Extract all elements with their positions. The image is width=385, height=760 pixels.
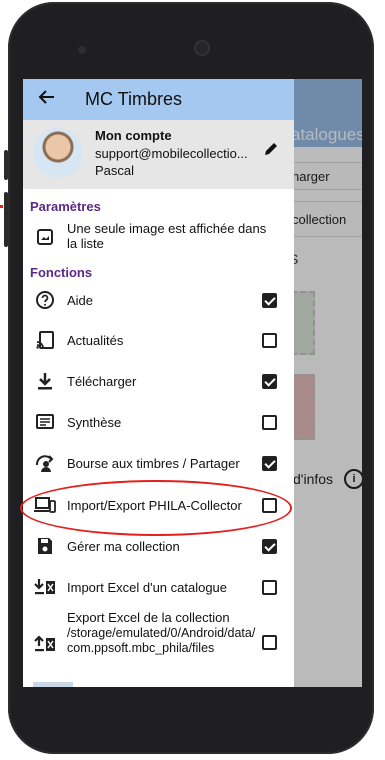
menu-item-label: Bourse aux timbres / Partager: [67, 456, 240, 471]
image-icon: [34, 226, 56, 248]
excel-import-icon: [34, 576, 56, 598]
account-email: support@mobilecollectio...: [95, 146, 248, 161]
checkbox-actualites[interactable]: [262, 333, 277, 348]
share-exchange-icon: [34, 452, 56, 474]
checkbox-aide[interactable]: [262, 293, 277, 308]
avatar: [33, 128, 83, 178]
menu-item-import-excel[interactable]: Import Excel d'un catalogue: [23, 574, 294, 600]
excel-export-icon: [34, 633, 56, 655]
screen: atalogues harger collection S d'infos i …: [23, 79, 362, 687]
checkbox-synthese[interactable]: [262, 415, 277, 430]
menu-item-label: Import Excel d'un catalogue: [67, 580, 228, 595]
phone-bottom-bezel: [23, 687, 362, 695]
export-path: /storage/emulated/0/Android/data/com.pps…: [67, 626, 256, 655]
checkbox-bourse[interactable]: [262, 456, 277, 471]
menu-item-bourse[interactable]: Bourse aux timbres / Partager: [23, 450, 294, 476]
navigation-drawer: MC Timbres Mon compte support@mobilecoll…: [23, 79, 294, 687]
power-button: [4, 192, 8, 247]
back-arrow-icon[interactable]: [38, 88, 56, 112]
account-name: Pascal: [95, 163, 135, 178]
menu-item-label: Synthèse: [67, 415, 122, 430]
menu-item-actualites[interactable]: Actualités: [23, 327, 294, 353]
cast-icon: [34, 329, 56, 351]
menu-item-gerer-collection[interactable]: Gérer ma collection: [23, 533, 294, 559]
menu-item-label: Aide: [67, 293, 94, 308]
account-panel[interactable]: Mon compte support@mobilecollectio... Pa…: [23, 120, 294, 189]
checkbox-telecharger[interactable]: [262, 374, 277, 389]
menu-item-label: Gérer ma collection: [67, 539, 180, 554]
app-title: MC Timbres: [85, 89, 183, 109]
menu-item-synthese[interactable]: Synthèse: [23, 409, 294, 435]
download-icon: [34, 370, 56, 392]
checkbox-export-excel[interactable]: [262, 635, 277, 650]
menu-item-label: Export Excel de la collection: [67, 610, 230, 625]
menu-item-telecharger[interactable]: Télécharger: [23, 368, 294, 394]
menu-item-aide[interactable]: Aide: [23, 287, 294, 313]
account-title: Mon compte: [95, 128, 172, 143]
red-annotation-mark: [0, 205, 3, 208]
highlight-ellipse: [20, 480, 292, 536]
drawer-header: MC Timbres: [23, 79, 294, 120]
help-circle-icon: [34, 289, 56, 311]
summary-icon: [34, 411, 56, 433]
checkbox-import-excel[interactable]: [262, 580, 277, 595]
param-single-image[interactable]: Une seule image est affichée dans la lis…: [23, 217, 294, 257]
section-parametres: Paramètres: [30, 199, 101, 214]
param-label: Une seule image est affichée dans la lis…: [67, 221, 267, 251]
checkbox-gerer-collection[interactable]: [262, 539, 277, 554]
menu-item-label: Télécharger: [67, 374, 137, 389]
speaker: [78, 46, 86, 54]
section-fonctions: Fonctions: [30, 265, 93, 280]
save-icon: [34, 535, 56, 557]
menu-item-export-excel[interactable]: Export Excel de la collection /storage/e…: [23, 609, 294, 679]
edit-pencil-icon[interactable]: [263, 141, 279, 162]
front-camera: [194, 40, 210, 56]
menu-item-label: Actualités: [67, 333, 124, 348]
volume-button: [4, 150, 8, 180]
